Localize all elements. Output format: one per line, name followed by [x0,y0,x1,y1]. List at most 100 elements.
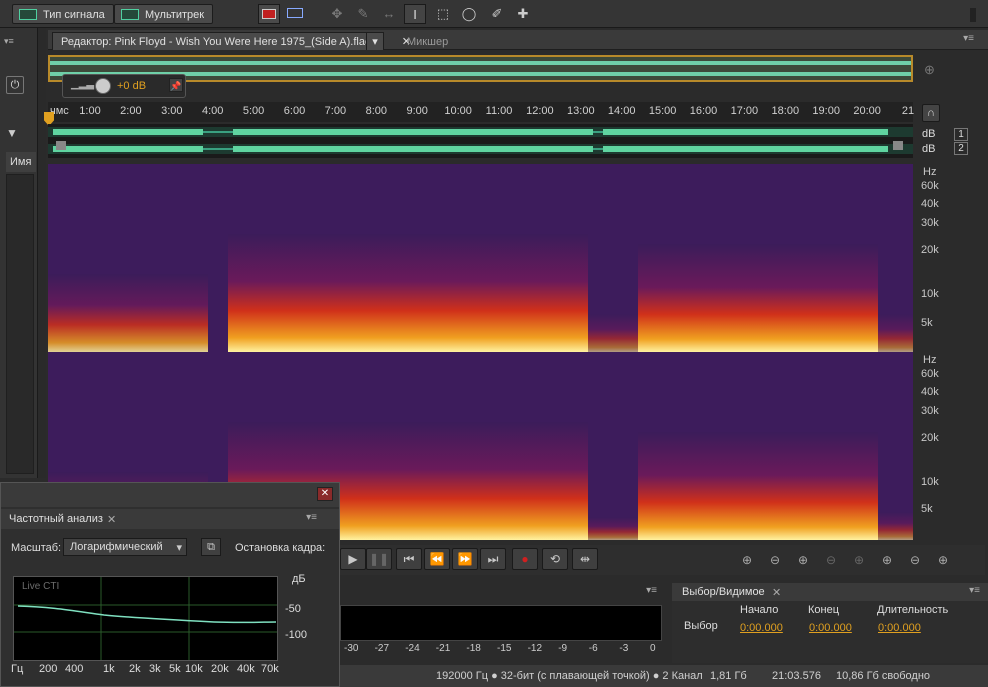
editor-tab-bar: Редактор: Pink Floyd - Wish You Were Her… [48,30,988,50]
meter-scale-label: -3 [619,643,629,654]
ruler-tick: 20:00 [853,105,881,117]
freq-tab-bar: Частотный анализ ✕ ▾≡ [1,509,339,529]
time-ruler[interactable]: чмс 1:00 2:00 3:00 4:00 5:00 6:00 7:00 8:00 9:00… [48,102,914,122]
record-button[interactable]: ● [512,548,538,570]
channel-1-toggle[interactable]: 1 [954,128,968,141]
go-to-start-button[interactable]: ⏮ [396,548,422,570]
brush-tool-icon[interactable]: ✐ [486,4,508,24]
headphones-icon[interactable]: ∩ [922,104,940,122]
time-selection-tool-icon[interactable]: I [404,4,426,24]
zoom-navigator-icon[interactable]: ⊕ [924,62,942,80]
ruler-tick: 1:00 [79,105,101,117]
go-to-end-button[interactable]: ⏭ [480,548,506,570]
col-duration-header: Длительность [877,604,949,616]
freq-x-label: 10k [185,663,203,675]
hz-20k-2: 20k [921,432,939,444]
gain-knob[interactable] [95,78,111,94]
name-column-header[interactable]: Имя [6,152,36,172]
freq-copy-icon[interactable]: ⧉ [201,538,221,556]
ruler-tick: 5:00 [242,105,265,117]
zoom-out-amplitude-icon[interactable]: ⊖ [764,550,786,570]
channel-1-db: dB [922,128,936,140]
selection-panel-close-icon[interactable]: ✕ [772,586,781,599]
ruler-tick: 17:00 [730,105,759,117]
status-bar: 192000 Гц ● 32-бит (с плавающей точкой) … [340,665,988,687]
freq-graph[interactable]: Live CTI [13,576,278,661]
waveform-view-label: Тип сигнала [43,9,105,21]
waveform-graphic [48,127,913,154]
scroll-handle[interactable] [970,8,976,22]
hz-10k-2: 10k [921,476,939,488]
freq-tab-close-icon[interactable]: ✕ [107,513,116,526]
waveform-lanes[interactable] [48,124,913,158]
file-list[interactable] [6,174,34,474]
level-meter-panel: ▾≡ -30 -27 -24 -21 -18 -15 -12 -9 -6 -3 0 [340,583,665,663]
ruler-tick: 2:00 [120,105,142,117]
channel-2-toggle[interactable]: 2 [954,142,968,155]
zoom-out-time-icon[interactable]: ⊖ [820,550,842,570]
zoom-selection-icon[interactable]: ⊕ [848,550,870,570]
meter-panel-menu-icon[interactable]: ▾≡ [646,585,657,596]
selection-panel-menu-icon[interactable]: ▾≡ [969,585,980,596]
waveform-display-icon[interactable] [284,4,306,24]
editor-dropdown-icon[interactable]: ▾ [366,32,384,50]
freq-scale-chevron-icon: ▾ [176,542,182,554]
skip-selection-button[interactable]: ⇹ [572,548,598,570]
spectral-display-icon[interactable] [258,4,280,24]
selection-panel-header: Выбор/Видимое ✕ ▾≡ [672,583,988,601]
rewind-button[interactable]: ⏪ [424,548,450,570]
waveform-icon [19,9,37,20]
editor-tab[interactable]: Редактор: Pink Floyd - Wish You Were Her… [52,32,411,50]
freq-live-label: Live CTI [22,581,59,592]
zoom-out-full-icon[interactable]: ⊖ [904,550,926,570]
pin-icon[interactable]: 📌 [169,78,183,92]
fast-forward-button[interactable]: ⏩ [452,548,478,570]
ruler-tick: 13:00 [567,105,595,117]
zoom-reset-icon[interactable]: ⊕ [932,550,954,570]
zoom-in-amplitude-icon[interactable]: ⊕ [736,550,758,570]
power-icon[interactable]: ⏻ [6,76,24,94]
selection-start-value[interactable]: 0:00.000 [740,622,783,634]
selection-end-value[interactable]: 0:00.000 [809,622,852,634]
play-button[interactable]: ▶ [340,548,366,570]
loop-button[interactable]: ⟲ [542,548,568,570]
editor-panel-menu-icon[interactable]: ▾≡ [963,33,974,44]
ruler-tick: 11:00 [485,105,513,117]
razor-tool-icon[interactable]: ✎ [352,4,374,24]
lasso-tool-icon[interactable]: ◯ [458,4,480,24]
freq-scale-select[interactable]: Логарифмический ▾ [63,538,187,556]
meter-scale-label: -21 [435,643,451,654]
spot-healing-tool-icon[interactable]: ✚ [512,4,534,24]
meter-scale-label: -6 [588,643,598,654]
multitrack-icon [121,9,139,20]
panel-menu-icon[interactable]: ▾≡ [4,36,32,46]
freq-db-unit: дБ [292,573,306,585]
ruler-tick: 16:00 [689,105,718,117]
pause-button[interactable]: ❚❚ [366,548,392,570]
move-tool-icon[interactable]: ✥ [326,4,348,24]
freq-titlebar[interactable]: ✕ [1,483,339,507]
freq-y-100: -100 [285,629,308,641]
selection-duration-value[interactable]: 0:00.000 [878,622,921,634]
zoom-in-time-icon[interactable]: ⊕ [792,550,814,570]
gain-value[interactable]: +0 dB [117,80,146,92]
level-bars-icon: ▁▂▃ [71,79,95,90]
tab-mixer[interactable]: Микшер [398,32,457,50]
left-panel-gutter [38,28,46,478]
spectrogram-channel-1[interactable] [48,164,913,352]
ruler-tick: 9:00 [406,105,428,117]
freq-panel-menu-icon[interactable]: ▾≡ [306,512,317,523]
marquee-tool-icon[interactable]: ⬚ [432,4,454,24]
hz-40k-2: 40k [921,386,939,398]
freq-close-icon[interactable]: ✕ [317,487,333,501]
gain-hud[interactable]: ▁▂▃ +0 dB 📌 [62,74,186,98]
tab-mixer-label: Микшер [407,36,449,48]
marker-icon[interactable]: ▼ [6,126,20,142]
frequency-analysis-panel: ✕ Частотный анализ ✕ ▾≡ Масштаб: Логариф… [0,482,340,687]
status-duration: 21:03.576 [772,670,821,682]
multitrack-view-button[interactable]: Мультитрек [114,4,214,24]
meter-scale-label: -27 [374,643,390,654]
zoom-in-point-icon[interactable]: ⊕ [876,550,898,570]
slip-tool-icon[interactable]: ↔ [378,4,400,24]
waveform-view-button[interactable]: Тип сигнала [12,4,114,24]
